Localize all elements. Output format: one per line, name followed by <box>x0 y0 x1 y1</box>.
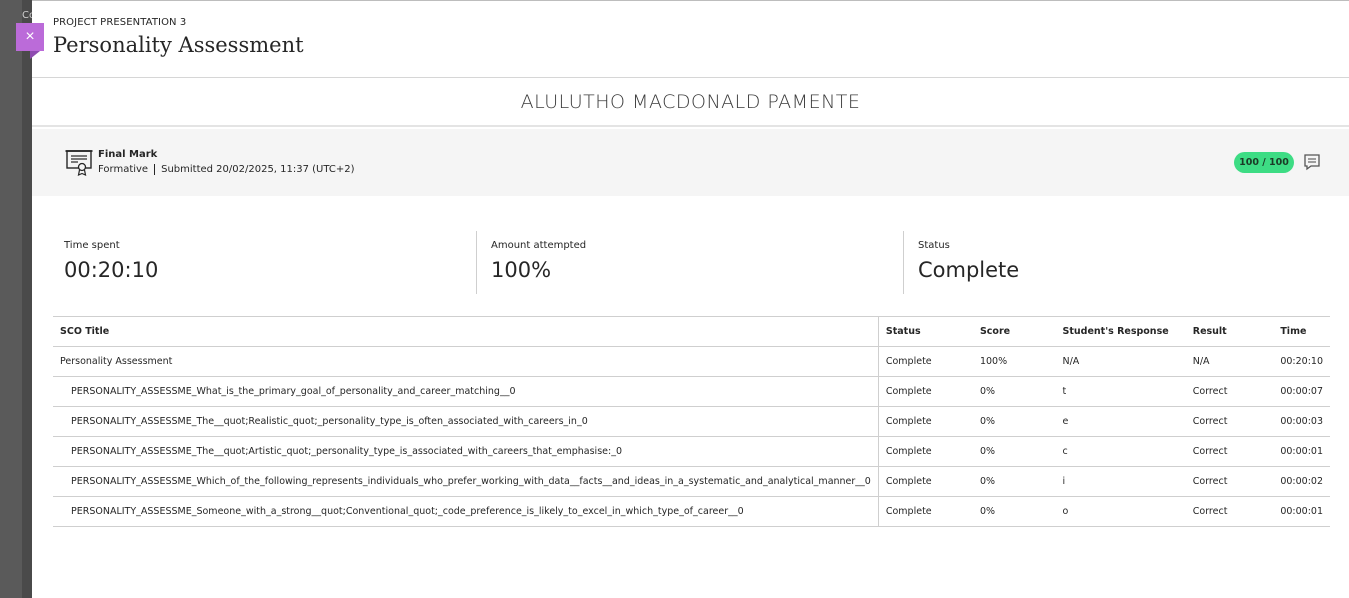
cell-result: N/A <box>1185 346 1274 377</box>
stat-value: Complete <box>918 258 1020 282</box>
cell-result: Correct <box>1185 376 1274 407</box>
table-row: PERSONALITY_ASSESSME_Which_of_the_follow… <box>53 466 1330 497</box>
table-row: PERSONALITY_ASSESSME_The__quot;Realistic… <box>53 406 1330 437</box>
cell-score: 0% <box>972 376 1056 407</box>
cell-sco-title: PERSONALITY_ASSESSME_Which_of_the_follow… <box>53 466 879 497</box>
cell-score: 100% <box>972 346 1056 377</box>
cell-time: 00:00:02 <box>1273 466 1330 497</box>
stat-value: 100% <box>491 258 552 282</box>
cell-status: Complete <box>878 496 973 527</box>
column-header-result: Result <box>1185 316 1274 347</box>
panel-header: PROJECT PRESENTATION 3 Personality Asses… <box>32 1 1349 78</box>
table-row: PERSONALITY_ASSESSME_The__quot;Artistic_… <box>53 436 1330 467</box>
cell-response: c <box>1055 436 1186 467</box>
stat-time-spent: Time spent 00:20:10 <box>53 231 476 294</box>
stat-label: Status <box>918 240 950 251</box>
background-page: Co <box>0 0 32 598</box>
cell-status: Complete <box>878 466 973 497</box>
column-header-time: Time <box>1273 316 1330 347</box>
final-mark-bar: Final Mark Formative Submitted 20/02/202… <box>32 129 1349 196</box>
table-row: PERSONALITY_ASSESSME_What_is_the_primary… <box>53 376 1330 407</box>
sco-table: SCO Title Status Score Student's Respons… <box>53 316 1330 527</box>
column-header-score: Score <box>972 316 1056 347</box>
cell-score: 0% <box>972 436 1056 467</box>
cell-sco-title: PERSONALITY_ASSESSME_The__quot;Artistic_… <box>53 436 879 467</box>
cell-time: 00:00:07 <box>1273 376 1330 407</box>
cell-result: Correct <box>1185 496 1274 527</box>
cell-status: Complete <box>878 406 973 437</box>
column-header-response: Student's Response <box>1055 316 1186 347</box>
table-row: PERSONALITY_ASSESSME_Someone_with_a_stro… <box>53 496 1330 527</box>
comment-icon[interactable] <box>1303 153 1321 171</box>
cell-score: 0% <box>972 466 1056 497</box>
column-header-sco-title: SCO Title <box>53 316 879 347</box>
table-header-row: SCO Title Status Score Student's Respons… <box>53 316 1330 347</box>
cell-status: Complete <box>878 376 973 407</box>
close-button[interactable]: × <box>16 23 44 59</box>
cell-time: 00:20:10 <box>1273 346 1330 377</box>
table-row: Personality Assessment Complete 100% N/A… <box>53 346 1330 377</box>
cell-sco-title: Personality Assessment <box>53 346 879 377</box>
submitted-date: Submitted 20/02/2025, 11:37 (UTC+2) <box>161 164 355 175</box>
cell-result: Correct <box>1185 406 1274 437</box>
student-name: ALULUTHO MACDONALD PAMENTE <box>32 79 1349 127</box>
cell-result: Correct <box>1185 466 1274 497</box>
stat-status: Status Complete <box>903 231 1330 294</box>
cell-response: e <box>1055 406 1186 437</box>
assessment-type: Formative <box>98 164 149 175</box>
cell-sco-title: PERSONALITY_ASSESSME_The__quot;Realistic… <box>53 406 879 437</box>
score-badge: 100 / 100 <box>1234 152 1294 173</box>
cell-response: o <box>1055 496 1186 527</box>
stat-label: Amount attempted <box>491 240 587 251</box>
stat-amount-attempted: Amount attempted 100% <box>476 231 903 294</box>
page-title: Personality Assessment <box>53 33 304 57</box>
meta-divider <box>154 164 156 175</box>
cell-status: Complete <box>878 346 973 377</box>
background-text: Co <box>22 10 32 21</box>
sco-table-container: SCO Title Status Score Student's Respons… <box>53 316 1330 527</box>
stat-value: 00:20:10 <box>64 258 159 282</box>
attempt-panel: PROJECT PRESENTATION 3 Personality Asses… <box>32 0 1349 598</box>
cell-time: 00:00:01 <box>1273 436 1330 467</box>
cell-response: i <box>1055 466 1186 497</box>
cell-score: 0% <box>972 496 1056 527</box>
background-strip <box>0 0 22 598</box>
column-header-status: Status <box>878 316 973 347</box>
cell-time: 00:00:03 <box>1273 406 1330 437</box>
stat-label: Time spent <box>64 240 120 251</box>
cell-response: N/A <box>1055 346 1186 377</box>
cell-status: Complete <box>878 436 973 467</box>
cell-response: t <box>1055 376 1186 407</box>
grading-certificate-icon <box>65 150 93 176</box>
course-eyebrow: PROJECT PRESENTATION 3 <box>53 17 187 28</box>
cell-sco-title: PERSONALITY_ASSESSME_What_is_the_primary… <box>53 376 879 407</box>
final-mark-meta: Formative Submitted 20/02/2025, 11:37 (U… <box>98 164 355 175</box>
cell-score: 0% <box>972 406 1056 437</box>
cell-result: Correct <box>1185 436 1274 467</box>
final-mark-label: Final Mark <box>98 149 158 160</box>
cell-sco-title: PERSONALITY_ASSESSME_Someone_with_a_stro… <box>53 496 879 527</box>
cell-time: 00:00:01 <box>1273 496 1330 527</box>
attempt-stats: Time spent 00:20:10 Amount attempted 100… <box>53 231 1330 294</box>
